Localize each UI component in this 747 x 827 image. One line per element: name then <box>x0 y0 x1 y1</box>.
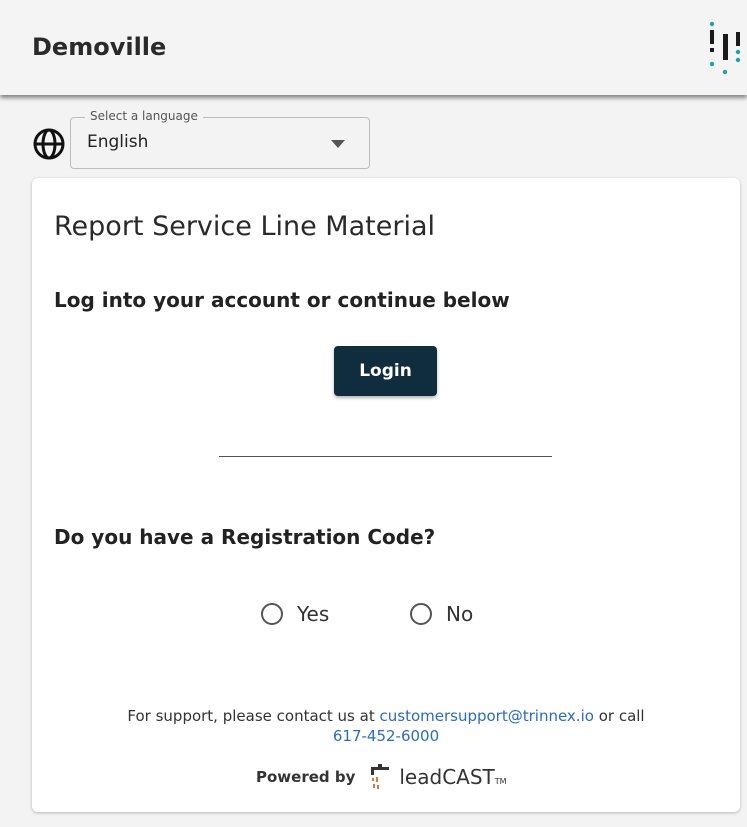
support-middle: or call <box>598 707 645 725</box>
leadcast-logo-cast: CAST <box>442 765 495 789</box>
divider <box>219 456 552 457</box>
support-email-link[interactable]: customersupport@trinnex.io <box>380 707 594 725</box>
radio-yes[interactable] <box>261 603 283 625</box>
login-button[interactable]: Login <box>334 346 437 396</box>
report-card: Report Service Line Material Log into yo… <box>32 178 740 812</box>
support-text: For support, please contact us at custom… <box>32 706 740 746</box>
radio-no-label: No <box>446 602 474 626</box>
radio-option-yes[interactable]: Yes <box>261 601 329 627</box>
language-select-value: English <box>87 132 149 152</box>
radio-option-no[interactable]: No <box>410 601 473 627</box>
language-select-label: Select a language <box>85 109 203 123</box>
powered-by: Powered by leadCASTTM <box>256 764 507 790</box>
page-title: Demoville <box>32 33 167 61</box>
login-heading: Log into your account or continue below <box>54 288 510 312</box>
language-selector-row: Select a language English <box>32 109 372 169</box>
leadcast-logo-tm: TM <box>494 777 507 786</box>
leadcast-logo: leadCASTTM <box>399 765 506 789</box>
leadcast-logo-lead: lead <box>399 765 443 789</box>
trinnex-dots-icon[interactable] <box>704 20 744 78</box>
registration-code-heading: Do you have a Registration Code? <box>54 525 436 549</box>
powered-by-label: Powered by <box>256 768 356 786</box>
faucet-icon <box>371 764 390 789</box>
language-select[interactable]: Select a language English <box>70 109 370 169</box>
chevron-down-icon <box>331 140 345 148</box>
globe-icon <box>33 128 65 160</box>
card-title: Report Service Line Material <box>54 211 435 242</box>
support-prefix: For support, please contact us at <box>127 707 375 725</box>
app-header: Demoville <box>0 0 747 95</box>
support-phone-link[interactable]: 617-452-6000 <box>333 727 439 745</box>
radio-yes-label: Yes <box>297 602 330 626</box>
radio-no[interactable] <box>410 603 432 625</box>
